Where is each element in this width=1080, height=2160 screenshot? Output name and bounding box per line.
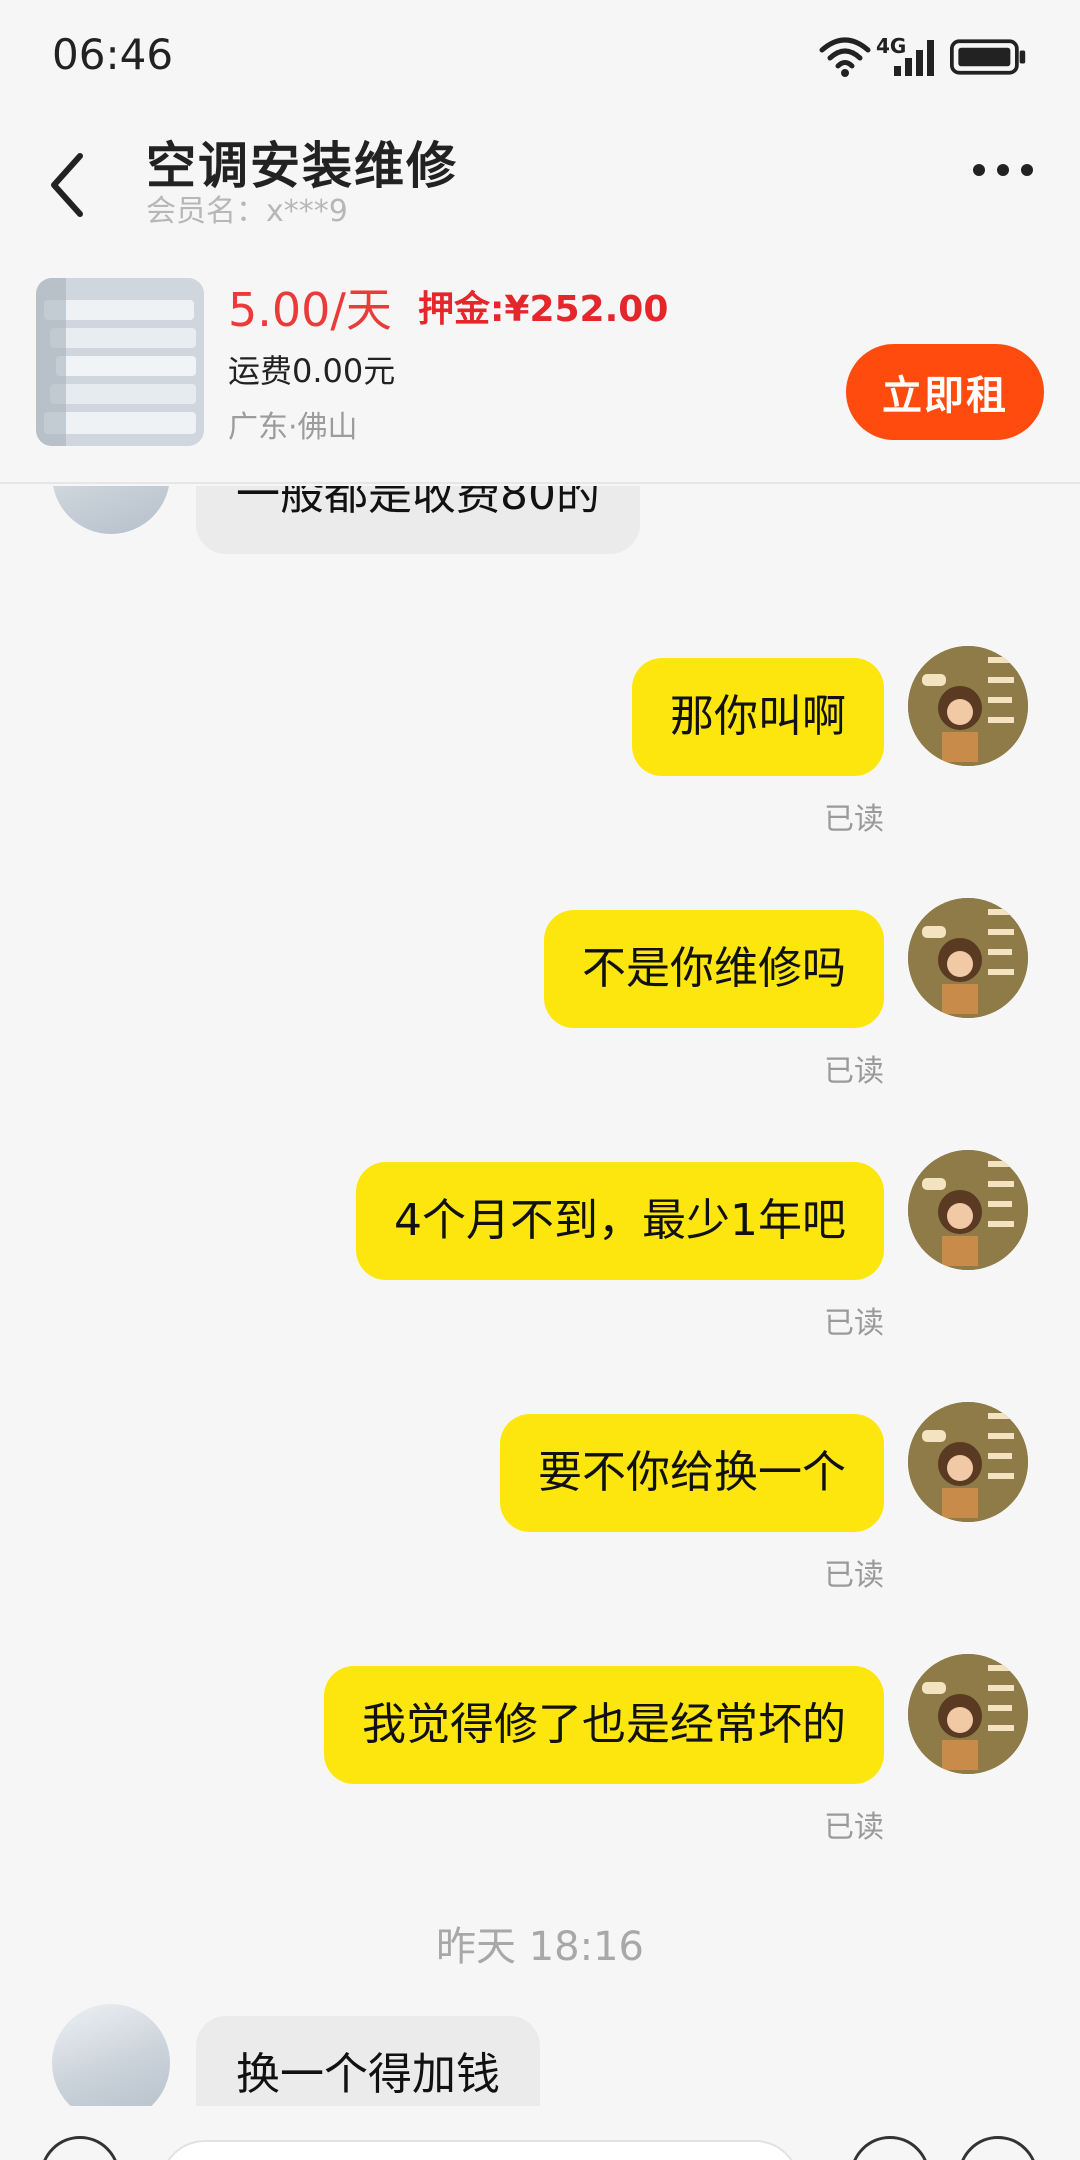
battery-icon xyxy=(950,39,1026,75)
status-bar: 06:46 4G xyxy=(0,0,1080,110)
rent-now-button[interactable]: 立即租 xyxy=(846,344,1044,440)
back-icon[interactable] xyxy=(40,140,96,230)
message-bubble-sent[interactable]: 那你叫啊 xyxy=(632,658,884,776)
message-bubble-received[interactable]: 一般都是收费80的 xyxy=(196,486,640,554)
chat-header: 空调安装维修 会员名：x***9 xyxy=(0,110,1080,260)
read-status: 已读 xyxy=(824,1558,884,1593)
plus-icon[interactable] xyxy=(958,2136,1038,2160)
product-card[interactable]: 5.00/天 押金:¥252.00 运费0.00元 广东·佛山 立即租 xyxy=(0,262,1080,484)
avatar[interactable] xyxy=(908,1150,1028,1270)
read-status: 已读 xyxy=(824,1810,884,1845)
message-input-bar xyxy=(0,2106,1080,2160)
wifi-icon xyxy=(819,37,871,77)
avatar[interactable] xyxy=(908,1402,1028,1522)
avatar[interactable] xyxy=(908,898,1028,1018)
message-input[interactable] xyxy=(160,2140,800,2160)
avatar[interactable] xyxy=(908,646,1028,766)
more-icon[interactable] xyxy=(970,150,1036,190)
message-bubble-sent[interactable]: 我觉得修了也是经常坏的 xyxy=(324,1666,884,1784)
product-thumbnail[interactable] xyxy=(36,278,204,446)
message-bubble-received[interactable]: 换一个得加钱 xyxy=(196,2016,540,2106)
read-status: 已读 xyxy=(824,802,884,837)
avatar[interactable] xyxy=(908,1654,1028,1774)
message-bubble-sent[interactable]: 要不你给换一个 xyxy=(500,1414,884,1532)
message-timestamp: 昨天 18:16 xyxy=(436,1924,644,1970)
status-time: 06:46 xyxy=(52,30,174,79)
member-name: 会员名：x***9 xyxy=(146,194,348,229)
product-location: 广东·佛山 xyxy=(228,410,358,445)
emoji-icon[interactable] xyxy=(850,2136,930,2160)
message-bubble-sent[interactable]: 不是你维修吗 xyxy=(544,910,884,1028)
product-shipping: 运费0.00元 xyxy=(228,352,396,390)
product-price: 5.00/天 xyxy=(228,283,392,337)
voice-icon[interactable] xyxy=(40,2136,120,2160)
product-deposit: 押金:¥252.00 xyxy=(418,289,669,330)
avatar[interactable] xyxy=(52,486,170,534)
chat-messages[interactable]: 一般都是收费80的 那你叫啊 已读 不是你维修吗 已读 4个月不到，最少1年吧 xyxy=(0,486,1080,2106)
avatar[interactable] xyxy=(52,2004,170,2106)
read-status: 已读 xyxy=(824,1054,884,1089)
read-status: 已读 xyxy=(824,1306,884,1341)
message-bubble-sent[interactable]: 4个月不到，最少1年吧 xyxy=(356,1162,884,1280)
signal-icon xyxy=(894,40,934,76)
